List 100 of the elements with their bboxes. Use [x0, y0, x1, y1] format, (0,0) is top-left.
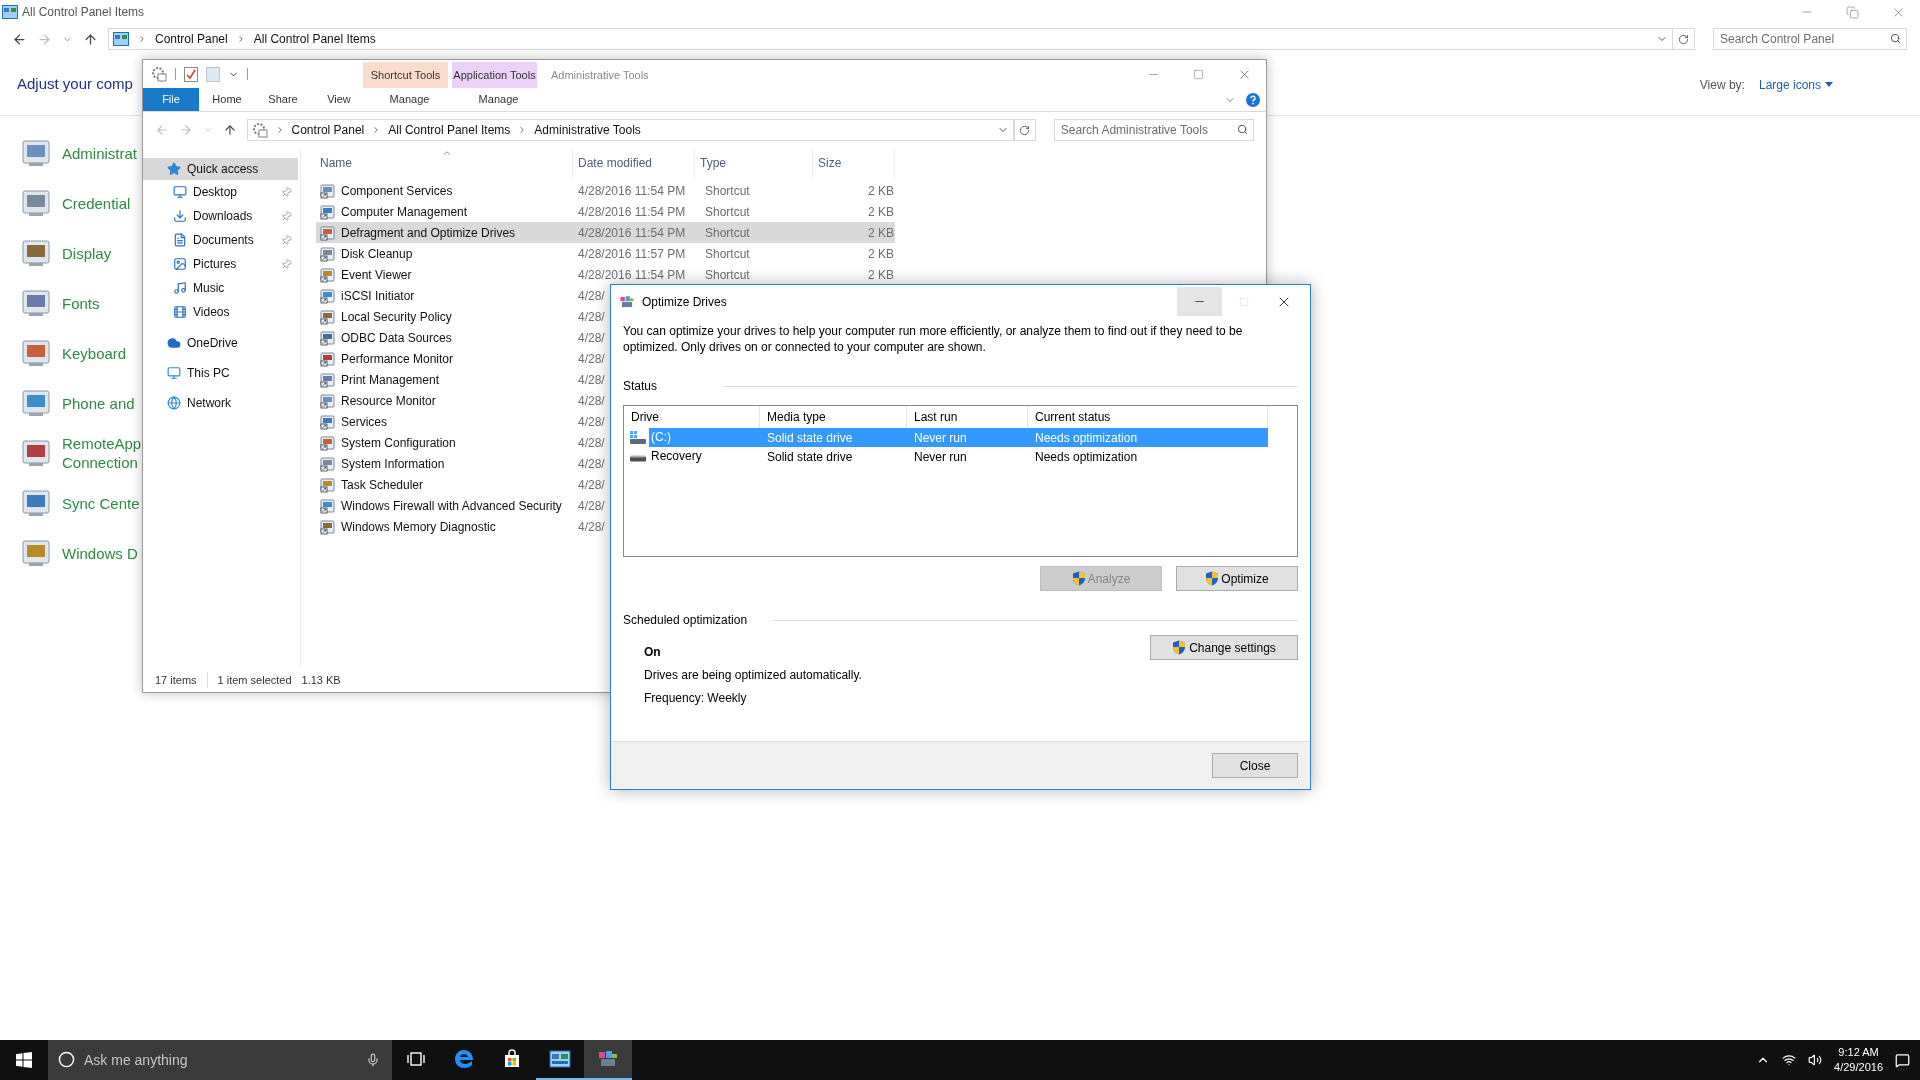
file-row[interactable]: Defragment and Optimize Drives 4/28/2016 11:54 PM Shortcut 2 KB [316, 222, 895, 243]
defrag-icon [597, 1049, 619, 1069]
control-panel-link[interactable]: Windows D [62, 543, 138, 563]
folder-icon[interactable] [206, 66, 220, 82]
clock-date[interactable]: 4/29/2016 [1834, 1060, 1883, 1075]
file-type: Shortcut [705, 224, 751, 242]
nav-item[interactable]: Quick access [143, 158, 298, 180]
nav-item[interactable]: OneDrive [143, 332, 298, 354]
file-type: Shortcut [705, 266, 751, 284]
address-bar[interactable]: Control Panel All Control Panel Items [108, 28, 1673, 50]
breadcrumb-item[interactable]: All Control Panel Items [253, 30, 376, 48]
forward-icon[interactable] [37, 31, 52, 47]
file-name: Services [341, 413, 387, 431]
volume-icon[interactable] [1808, 1053, 1823, 1067]
file-size: 2 KB [867, 245, 894, 263]
schedule-frequency: Frequency: Weekly [644, 690, 748, 707]
back-icon[interactable] [12, 31, 27, 47]
checkmark-icon[interactable] [184, 66, 198, 82]
nav-item[interactable]: Pictures [143, 252, 300, 276]
date-modified: 4/28/ [578, 476, 605, 494]
change-settings-button[interactable]: Change settings [1150, 635, 1298, 660]
date-modified: 4/28/ [578, 497, 605, 515]
address-bar[interactable]: Control Panel All Control Panel Items Administrative Tools [246, 119, 1014, 141]
up-icon[interactable] [83, 31, 98, 47]
control-panel-link[interactable]: Credential [62, 193, 131, 213]
list-item-label[interactable]: Recovery [649, 447, 760, 466]
nav-item[interactable]: Network [143, 392, 298, 414]
column-header[interactable]: Size [813, 148, 895, 178]
file-row[interactable]: Event Viewer 4/28/2016 11:54 PM Shortcut 2 KB [316, 264, 895, 285]
file-name: Windows Firewall with Advanced Security [341, 497, 562, 515]
column-header[interactable]: Name [316, 148, 573, 178]
monitor-icon [173, 185, 187, 199]
control-panel-link[interactable]: Keyboard [62, 343, 127, 363]
forward-icon[interactable] [178, 123, 193, 137]
app-icon [320, 245, 336, 262]
sort-icon [442, 148, 452, 158]
control-panel-link[interactable]: Display [62, 243, 112, 263]
maximize-icon[interactable] [1193, 68, 1204, 80]
image-icon [173, 257, 187, 271]
app-icon [320, 350, 336, 367]
ribbon-tab[interactable]: View [311, 88, 367, 111]
nav-item[interactable]: Downloads [143, 204, 300, 228]
properties-icon[interactable] [151, 66, 167, 82]
music-icon [173, 281, 187, 295]
file-size: 2 KB [867, 224, 894, 242]
page-heading: Adjust your comp [17, 74, 133, 95]
app-icon [320, 224, 336, 241]
date-modified: 4/28/ [578, 350, 605, 368]
notifications-icon[interactable] [1895, 1052, 1910, 1068]
search-field[interactable]: Search Administrative Tools [1053, 119, 1254, 141]
file-type: Shortcut [705, 245, 751, 263]
control-panel-link[interactable]: Fonts [62, 293, 100, 313]
breadcrumb-item[interactable]: Administrative Tools [534, 121, 641, 139]
microphone-icon[interactable] [366, 1053, 380, 1067]
ribbon-tab[interactable]: Share [255, 88, 311, 111]
control-panel-link[interactable]: Phone and [62, 393, 135, 413]
nav-item[interactable]: Documents [143, 228, 300, 252]
nav-item[interactable]: Desktop [143, 180, 300, 204]
search-icon [1237, 124, 1248, 135]
up-icon[interactable] [222, 123, 237, 137]
file-name: iSCSI Initiator [341, 287, 415, 305]
control-panel-link[interactable]: Sync Cente [62, 493, 140, 513]
file-tab[interactable]: File [143, 88, 199, 111]
clock-time[interactable]: 9:12 AM [1838, 1045, 1879, 1060]
control-panel-link[interactable]: RemoteApp Connection [62, 434, 140, 472]
windows-logo-icon[interactable] [16, 1052, 32, 1068]
file-type: Shortcut [705, 203, 751, 221]
file-name: Performance Monitor [341, 350, 454, 368]
nav-item[interactable]: Videos [143, 300, 300, 324]
search-field[interactable]: Search Control Panel [1713, 28, 1907, 50]
network-icon[interactable] [1782, 1053, 1797, 1067]
help-icon[interactable] [1246, 92, 1260, 107]
column-header[interactable]: Type [695, 148, 813, 178]
file-row[interactable]: Windows Firewall with Advanced Security 4/28/ [316, 495, 895, 516]
app-icon [320, 371, 336, 388]
nav-item[interactable]: This PC [143, 362, 298, 384]
breadcrumb-item[interactable]: Control Panel [155, 30, 228, 48]
drive-row[interactable]: Solid state drive Never run Needs optimization [760, 447, 1268, 466]
control-panel-link[interactable]: Administrat [62, 143, 138, 163]
ribbon-tab[interactable]: Manage [367, 88, 452, 111]
restore-icon[interactable] [1846, 5, 1859, 19]
nav-item[interactable]: Music [143, 276, 300, 300]
column-header[interactable]: Date modified [573, 148, 695, 178]
file-row[interactable]: Task Scheduler 4/28/ [316, 474, 895, 495]
action-button[interactable]: Optimize [1176, 566, 1298, 591]
close-button[interactable]: Close [1212, 753, 1298, 778]
ribbon-tab[interactable]: Home [199, 88, 255, 111]
refresh-button[interactable] [1673, 28, 1695, 50]
view-by-dropdown[interactable]: Large icons [1758, 75, 1833, 94]
refresh-button[interactable] [1013, 119, 1036, 141]
file-row[interactable]: Disk Cleanup 4/28/2016 11:57 PM Shortcut 2 KB [316, 243, 895, 264]
file-row[interactable]: Component Services 4/28/2016 11:54 PM Shortcut 2 KB [316, 180, 895, 201]
search-box[interactable]: Ask me anything [48, 1040, 392, 1080]
ribbon-tab[interactable]: Manage [456, 88, 541, 111]
file-row[interactable]: Computer Management 4/28/2016 11:54 PM Shortcut 2 KB [316, 201, 895, 222]
breadcrumb-item[interactable]: Control Panel [291, 121, 365, 139]
file-name: Print Management [341, 371, 440, 389]
breadcrumb-item[interactable]: All Control Panel Items [388, 121, 511, 139]
app-icon [320, 497, 336, 514]
file-row[interactable]: Windows Memory Diagnostic 4/28/ [316, 516, 895, 537]
